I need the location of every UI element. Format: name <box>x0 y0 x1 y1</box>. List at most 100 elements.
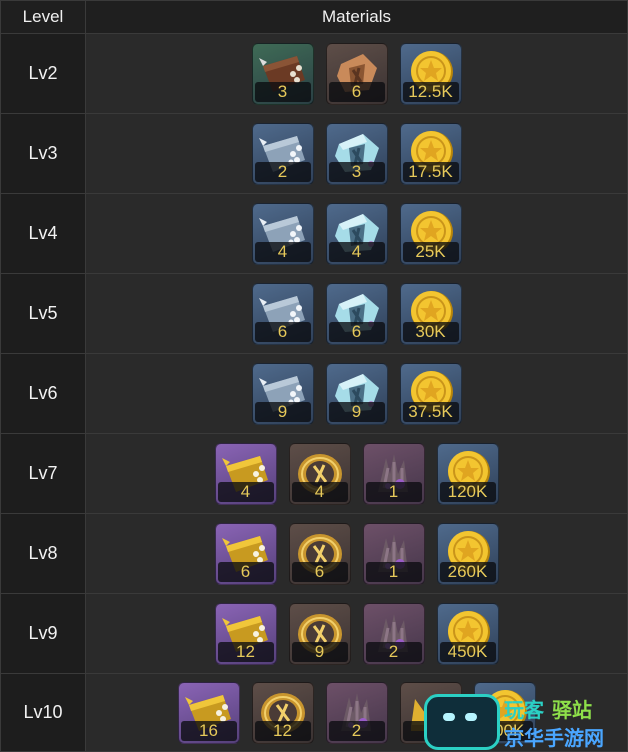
level-cell: Lv10 <box>0 673 86 752</box>
material-item: 12.5K <box>399 42 462 105</box>
material-quantity: 2 <box>365 641 422 662</box>
table-row: Lv10 16 12 2 1 700K <box>0 673 628 752</box>
material-quantity: 4 <box>328 241 385 262</box>
material-item: 260K <box>436 522 499 585</box>
material-quantity: 1 <box>402 720 459 741</box>
material-quantity: 1 <box>365 561 422 582</box>
material-item: 4 <box>288 442 351 505</box>
material-item: 12 <box>251 681 314 744</box>
level-cell: Lv6 <box>0 353 86 434</box>
material-item: 16 <box>177 681 240 744</box>
material-quantity: 6 <box>328 81 385 102</box>
material-quantity: 120K <box>439 481 496 502</box>
material-item: 6 <box>325 282 388 345</box>
material-item: 37.5K <box>399 362 462 425</box>
material-list: 4 4 25K <box>86 202 627 265</box>
level-cell: Lv2 <box>0 33 86 114</box>
material-quantity: 9 <box>291 641 348 662</box>
material-list: 2 3 17.5K <box>86 122 627 185</box>
material-quantity: 25K <box>402 241 459 262</box>
level-cell: Lv3 <box>0 113 86 194</box>
material-item: 2 <box>362 602 425 665</box>
material-quantity: 1 <box>365 481 422 502</box>
material-quantity: 4 <box>291 481 348 502</box>
material-item: 1 <box>362 522 425 585</box>
material-item: 1 <box>399 681 462 744</box>
material-quantity: 2 <box>254 161 311 182</box>
material-item: 9 <box>251 362 314 425</box>
material-quantity: 17.5K <box>402 161 459 182</box>
materials-cell: 4 4 25K <box>85 193 628 274</box>
table-row: Lv3 2 3 17.5K <box>0 113 628 194</box>
material-item: 4 <box>251 202 314 265</box>
material-item: 6 <box>325 42 388 105</box>
materials-cell: 16 12 2 1 700K <box>85 673 628 752</box>
material-quantity: 30K <box>402 321 459 342</box>
level-cell: Lv5 <box>0 273 86 354</box>
material-item: 3 <box>325 122 388 185</box>
table-row: Lv2 3 6 12.5K <box>0 33 628 114</box>
material-item: 9 <box>325 362 388 425</box>
material-item: 3 <box>251 42 314 105</box>
material-quantity: 12 <box>217 641 274 662</box>
table-row: Lv9 12 9 2 450K <box>0 593 628 674</box>
material-item: 30K <box>399 282 462 345</box>
material-quantity: 6 <box>328 321 385 342</box>
material-item: 4 <box>325 202 388 265</box>
material-list: 6 6 1 260K <box>86 522 627 585</box>
material-item: 6 <box>214 522 277 585</box>
material-list: 9 9 37.5K <box>86 362 627 425</box>
materials-cell: 2 3 17.5K <box>85 113 628 194</box>
material-quantity: 9 <box>254 401 311 422</box>
material-quantity: 700K <box>476 720 533 741</box>
material-item: 1 <box>362 442 425 505</box>
table-row: Lv5 6 6 30K <box>0 273 628 354</box>
material-item: 2 <box>251 122 314 185</box>
material-quantity: 12.5K <box>402 81 459 102</box>
material-quantity: 9 <box>328 401 385 422</box>
materials-cell: 6 6 1 260K <box>85 513 628 594</box>
material-list: 16 12 2 1 700K <box>86 681 627 744</box>
material-item: 6 <box>251 282 314 345</box>
materials-header: Materials <box>85 0 628 34</box>
material-item: 9 <box>288 602 351 665</box>
materials-cell: 3 6 12.5K <box>85 33 628 114</box>
material-item: 4 <box>214 442 277 505</box>
material-item: 700K <box>473 681 536 744</box>
material-quantity: 37.5K <box>402 401 459 422</box>
table-row: Lv8 6 6 1 260K <box>0 513 628 594</box>
level-header: Level <box>0 0 86 34</box>
material-item: 25K <box>399 202 462 265</box>
table-row: Lv4 4 4 25K <box>0 193 628 274</box>
material-item: 450K <box>436 602 499 665</box>
material-list: 6 6 30K <box>86 282 627 345</box>
material-quantity: 4 <box>254 241 311 262</box>
material-item: 2 <box>325 681 388 744</box>
material-item: 6 <box>288 522 351 585</box>
material-quantity: 6 <box>254 321 311 342</box>
material-quantity: 6 <box>291 561 348 582</box>
material-quantity: 450K <box>439 641 496 662</box>
level-cell: Lv8 <box>0 513 86 594</box>
table-row: Lv7 4 4 1 120K <box>0 433 628 514</box>
table-row: Lv6 9 9 37.5K <box>0 353 628 434</box>
material-item: 120K <box>436 442 499 505</box>
table-body: Lv2 3 6 12.5K Lv3 2 3 17.5K Lv4 4 4 25K Lv5 6 6 30K Lv6 9… <box>0 33 628 752</box>
material-quantity: 12 <box>254 720 311 741</box>
material-quantity: 260K <box>439 561 496 582</box>
level-cell: Lv9 <box>0 593 86 674</box>
material-list: 4 4 1 120K <box>86 442 627 505</box>
material-quantity: 2 <box>328 720 385 741</box>
materials-cell: 12 9 2 450K <box>85 593 628 674</box>
table-header-row: Level Materials <box>0 0 628 34</box>
material-quantity: 3 <box>328 161 385 182</box>
material-item: 12 <box>214 602 277 665</box>
material-item: 17.5K <box>399 122 462 185</box>
materials-cell: 9 9 37.5K <box>85 353 628 434</box>
material-list: 3 6 12.5K <box>86 42 627 105</box>
materials-table: Level Materials Lv2 3 6 12.5K Lv3 2 3 17.5K Lv4 4… <box>0 0 628 752</box>
material-list: 12 9 2 450K <box>86 602 627 665</box>
level-cell: Lv7 <box>0 433 86 514</box>
material-quantity: 6 <box>217 561 274 582</box>
material-quantity: 16 <box>180 720 237 741</box>
